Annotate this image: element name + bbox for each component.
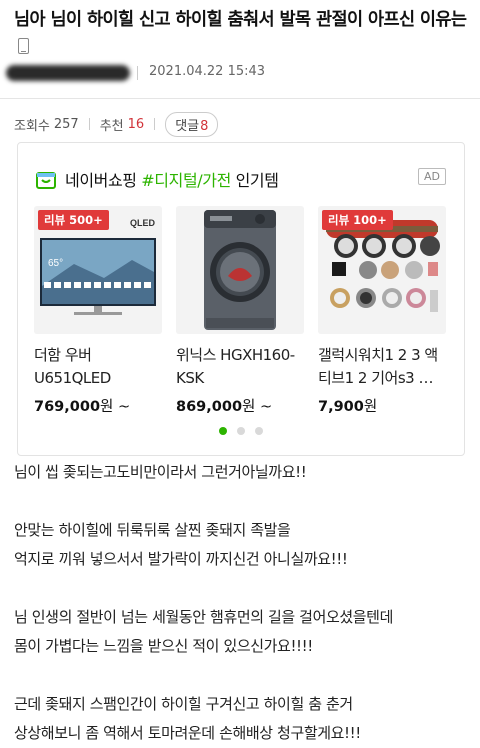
product-price: 769,000원 ~: [34, 395, 162, 416]
body-line: 안맞는 하이힐에 뒤룩뒤룩 살찐 좆돼지 족발을: [14, 521, 291, 539]
body-line: 상상해보니 좀 역해서 토마려운데 손해배상 청구할게요!!!: [14, 724, 361, 742]
tv-brand-label: QLED: [130, 218, 156, 228]
post-meta: 2021.04.22 15:43: [0, 63, 480, 83]
ad-suffix: 인기템: [235, 171, 279, 190]
ad-brand: 네이버쇼핑: [65, 171, 137, 190]
body-line: 억지로 끼워 넣으서서 발가락이 까지신건 아니실까요!!!: [14, 550, 348, 568]
body-line: 님 인생의 절반이 넘는 세월동안 햄휴먼의 길을 걸어오셨을텐데: [14, 608, 393, 626]
meta-divider: [137, 66, 138, 80]
post-stats: 조회수 257 추천 16 댓글8: [14, 111, 219, 137]
shopping-bag-icon: [36, 169, 56, 189]
ad-title: 네이버쇼핑 #디지털/가전 인기템: [65, 167, 279, 191]
product-image-dryer[interactable]: [176, 206, 304, 334]
product-carousel: QLED 65° 리뷰 500+ 더함 우버 U651QLED 769,000원…: [34, 206, 446, 416]
comments-count: 8: [200, 118, 209, 134]
price-unit: 원 ~: [100, 399, 131, 415]
product-price: 7,900원: [318, 395, 446, 416]
product-name[interactable]: 갤럭시워치1 2 3 액티브1 2 기어s3 …: [318, 344, 446, 390]
comments-button[interactable]: 댓글8: [165, 111, 219, 137]
post-date: 2021.04.22 15:43: [149, 64, 266, 79]
body-line: 근데 좆돼지 스팸인간이 하이힐 구겨신고 하이힐 춤 춘거: [14, 695, 353, 713]
author-name-redacted[interactable]: [6, 65, 130, 81]
product-price: 869,000원 ~: [176, 395, 304, 416]
tv-temp-label: 65°: [48, 258, 63, 269]
views-count: 257: [53, 116, 79, 132]
carousel-dot[interactable]: [237, 427, 245, 435]
stats-divider: [88, 118, 90, 130]
product-name[interactable]: 더함 우버 U651QLED: [34, 344, 162, 390]
body-line: 몸이 가볍다는 느낌을 받으신 적이 있으신가요!!!!: [14, 637, 313, 655]
naver-shopping-ad: 네이버쇼핑 #디지털/가전 인기템 AD QLED 65° 리뷰 500+ 더함…: [17, 142, 465, 456]
mobile-phone-icon: [18, 38, 29, 54]
comments-label: 댓글: [175, 118, 200, 134]
price-unit: 원 ~: [242, 399, 273, 415]
header-divider: [0, 98, 480, 99]
product-image-watch-straps[interactable]: 리뷰 100+: [318, 206, 446, 334]
price-value: 769,000: [34, 399, 101, 415]
likes-label: 추천: [99, 118, 124, 134]
product-card[interactable]: 리뷰 100+ 갤럭시워치1 2 3 액티브1 2 기어s3 … 7,900원: [318, 206, 446, 416]
likes-count: 16: [127, 116, 145, 132]
ad-category: #디지털/가전: [141, 171, 231, 190]
ad-header[interactable]: 네이버쇼핑 #디지털/가전 인기템: [36, 167, 279, 191]
post-title-text: 님아 님이 하이힐 신고 하이힐 춤춰서 발목 관절이 아프신 이유는: [14, 10, 467, 30]
post-title: 님아 님이 하이힐 신고 하이힐 춤춰서 발목 관절이 아프신 이유는: [14, 6, 474, 62]
stats-divider: [154, 118, 156, 130]
price-value: 869,000: [176, 399, 243, 415]
product-card[interactable]: QLED 65° 리뷰 500+ 더함 우버 U651QLED 769,000원…: [34, 206, 162, 416]
product-name[interactable]: 위닉스 HGXH160-KSK: [176, 344, 304, 390]
carousel-pagination: [18, 427, 464, 435]
price-unit: 원: [363, 399, 378, 415]
post-body: 님이 씹 좆되는고도비만이라서 그런거아닐까요!! 안맞는 하이힐에 뒤룩뒤룩 …: [14, 458, 474, 748]
body-line: 님이 씹 좆되는고도비만이라서 그런거아닐까요!!: [14, 463, 307, 481]
product-card[interactable]: 위닉스 HGXH160-KSK 869,000원 ~: [176, 206, 304, 416]
review-badge: 리뷰 100+: [322, 210, 393, 230]
carousel-dot[interactable]: [255, 427, 263, 435]
product-image-tv[interactable]: QLED 65° 리뷰 500+: [34, 206, 162, 334]
views-label: 조회수: [14, 118, 50, 134]
price-value: 7,900: [318, 399, 364, 415]
ad-badge[interactable]: AD: [418, 168, 446, 185]
review-badge: 리뷰 500+: [38, 210, 109, 230]
carousel-dot-active[interactable]: [219, 427, 227, 435]
